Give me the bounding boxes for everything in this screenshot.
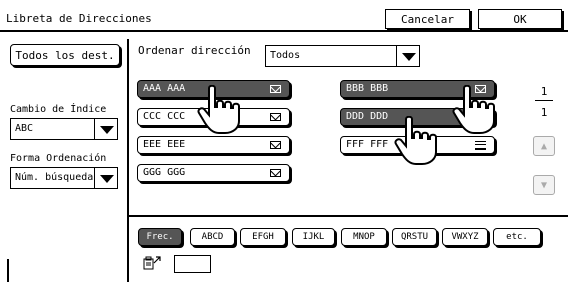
- entry-name: CCC CCC: [143, 111, 186, 122]
- sort-address-value: Todos: [270, 50, 301, 61]
- entry-name: GGG GGG: [143, 167, 186, 178]
- tab-abcd[interactable]: ABCD: [190, 228, 235, 246]
- chevron-down-icon[interactable]: [396, 45, 420, 67]
- index-select[interactable]: ABC: [10, 118, 118, 140]
- address-entry[interactable]: GGG GGG: [137, 164, 290, 182]
- tab-ijkl[interactable]: IJKL: [292, 228, 335, 246]
- fax-icon: [475, 141, 486, 150]
- chevron-down-icon[interactable]: [94, 118, 118, 140]
- entry-name: EEE EEE: [143, 139, 186, 150]
- index-divider: [129, 215, 568, 217]
- chevron-down-icon[interactable]: [94, 167, 118, 189]
- sort-address-label: Ordenar dirección: [138, 44, 251, 57]
- entry-name: FFF FFF: [346, 139, 389, 150]
- window-title: Libreta de Direcciones: [6, 12, 152, 25]
- page-total: 1: [540, 106, 548, 119]
- page-current: 1: [540, 85, 548, 98]
- left-edge-divider: [7, 259, 9, 282]
- all-destinations-button[interactable]: Todos los dest.: [10, 44, 120, 66]
- search-number-input[interactable]: [174, 255, 211, 273]
- scroll-up-button[interactable]: ▲: [533, 136, 555, 156]
- address-entry[interactable]: EEE EEE: [137, 136, 290, 154]
- entry-name: AAA AAA: [143, 83, 186, 94]
- arrow-up-icon: ▲: [540, 140, 548, 152]
- tab-vwxyz[interactable]: VWXYZ: [442, 228, 488, 246]
- tab-qrstu[interactable]: QRSTU: [392, 228, 437, 246]
- mail-icon: [270, 85, 281, 93]
- sort-form-select[interactable]: Núm. búsqueda: [10, 167, 118, 189]
- sort-form-label: Forma Ordenación: [10, 153, 107, 164]
- pointing-hand-icon: [452, 85, 495, 134]
- tab-frequent[interactable]: Frec.: [138, 228, 182, 246]
- mail-icon: [270, 169, 281, 177]
- index-select-value: ABC: [15, 123, 34, 134]
- cancel-button[interactable]: Cancelar: [385, 9, 470, 29]
- scroll-down-button[interactable]: ▼: [533, 175, 555, 195]
- pointing-hand-icon: [394, 116, 437, 165]
- search-number-icon[interactable]: [143, 256, 161, 270]
- index-change-label: Cambio de Índice: [10, 104, 107, 115]
- title-divider: [0, 30, 568, 32]
- pointing-hand-icon: [197, 85, 240, 134]
- tab-efgh[interactable]: EFGH: [240, 228, 286, 246]
- panel-divider: [127, 39, 129, 282]
- arrow-down-icon: ▼: [540, 179, 548, 191]
- tab-mnop[interactable]: MNOP: [341, 228, 387, 246]
- ok-button[interactable]: OK: [478, 9, 562, 29]
- pager-divider: [535, 100, 553, 101]
- sort-form-select-value: Núm. búsqueda: [15, 172, 94, 183]
- entry-name: BBB BBB: [346, 83, 389, 94]
- mail-icon: [270, 113, 281, 121]
- mail-icon: [270, 141, 281, 149]
- sort-address-select[interactable]: Todos: [265, 45, 420, 67]
- entry-name: DDD DDD: [346, 111, 389, 122]
- tab-etc[interactable]: etc.: [493, 228, 541, 246]
